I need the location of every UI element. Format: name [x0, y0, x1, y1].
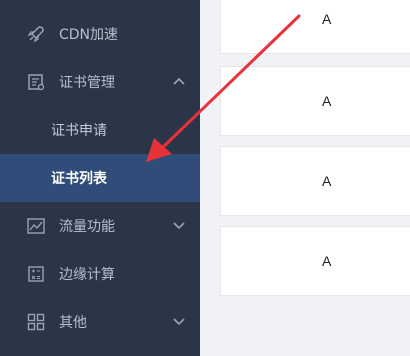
sidebar-item-label: 边缘计算	[59, 267, 115, 283]
sidebar-item-label: 流量功能	[59, 219, 115, 235]
content-card: A	[220, 226, 410, 296]
card-text: A	[322, 11, 332, 27]
sidebar-subitem-label: 证书申请	[51, 123, 107, 139]
content-card: A	[220, 66, 410, 136]
sidebar-subitem-label: 证书列表	[51, 171, 107, 187]
main-content: A A A A	[200, 0, 410, 356]
chart-icon	[27, 218, 45, 234]
sidebar-subitem-cert-list[interactable]: 证书列表	[0, 154, 200, 202]
sidebar-item-label: 其他	[59, 315, 87, 331]
content-card: A	[220, 0, 410, 54]
sidebar-item-label: 证书管理	[59, 75, 115, 91]
grid-icon	[27, 313, 45, 331]
card-text: A	[322, 173, 332, 189]
rocket-icon	[27, 26, 44, 43]
sidebar-item-certificate[interactable]: 证书管理	[0, 58, 200, 106]
sidebar-item-label: CDN加速	[59, 27, 119, 43]
chevron-down-icon[interactable]	[172, 220, 186, 230]
calculator-icon	[28, 266, 44, 282]
card-text: A	[322, 253, 332, 269]
card-text: A	[322, 93, 332, 109]
certificate-icon	[28, 74, 45, 91]
sidebar: CDN加速 证书管理 证书申请 证书列表 流量功能 边缘计算 其他	[0, 0, 200, 356]
chevron-up-icon[interactable]	[172, 76, 186, 86]
sidebar-item-edge[interactable]: 边缘计算	[0, 250, 200, 298]
sidebar-item-cdn[interactable]: CDN加速	[0, 10, 200, 58]
content-card: A	[220, 146, 410, 216]
sidebar-item-other[interactable]: 其他	[0, 298, 200, 346]
chevron-down-icon[interactable]	[172, 316, 186, 326]
sidebar-subitem-cert-apply[interactable]: 证书申请	[0, 106, 200, 154]
sidebar-item-traffic[interactable]: 流量功能	[0, 202, 200, 250]
